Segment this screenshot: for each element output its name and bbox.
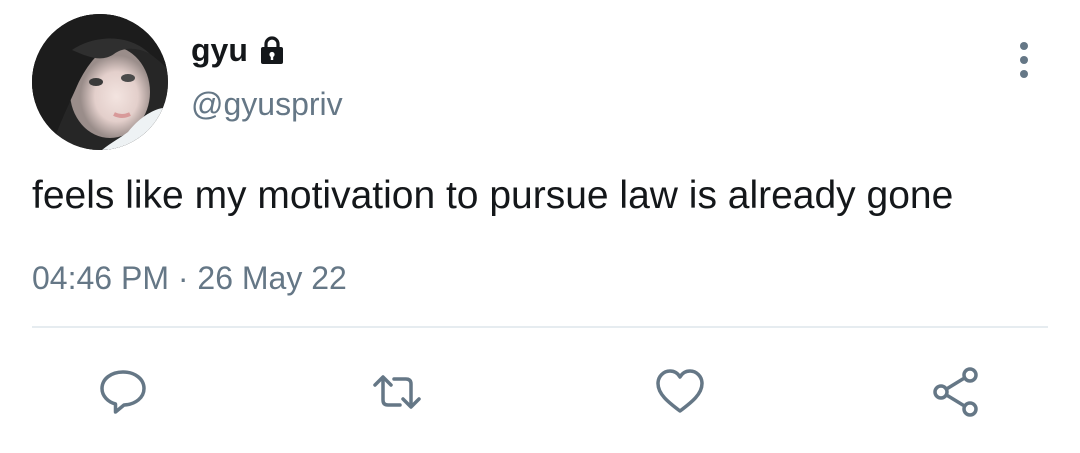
tweet-timestamp[interactable]: 04:46 PM · 26 May 22: [32, 258, 347, 298]
lock-icon: [256, 34, 288, 66]
more-options-button[interactable]: [1008, 40, 1040, 80]
avatar-image: [32, 14, 168, 150]
retweet-button[interactable]: [371, 366, 423, 418]
retweet-icon: [373, 375, 421, 409]
tweet-time: 04:46 PM: [32, 260, 169, 296]
reply-icon: [100, 370, 146, 414]
author-name-row: gyu: [191, 30, 288, 70]
like-button[interactable]: [654, 366, 706, 418]
divider: [32, 326, 1048, 328]
avatar[interactable]: [32, 14, 168, 150]
tweet-date: 26 May 22: [197, 260, 347, 296]
share-button[interactable]: [930, 366, 982, 418]
display-name[interactable]: gyu: [191, 30, 248, 70]
more-vertical-icon: [1020, 42, 1028, 78]
reply-button[interactable]: [97, 366, 149, 418]
like-icon: [656, 369, 704, 413]
share-icon: [933, 367, 978, 417]
tweet-text: feels like my motivation to pursue law i…: [32, 174, 954, 217]
meta-separator: ·: [177, 260, 189, 296]
username-handle[interactable]: @gyuspriv: [191, 84, 343, 124]
